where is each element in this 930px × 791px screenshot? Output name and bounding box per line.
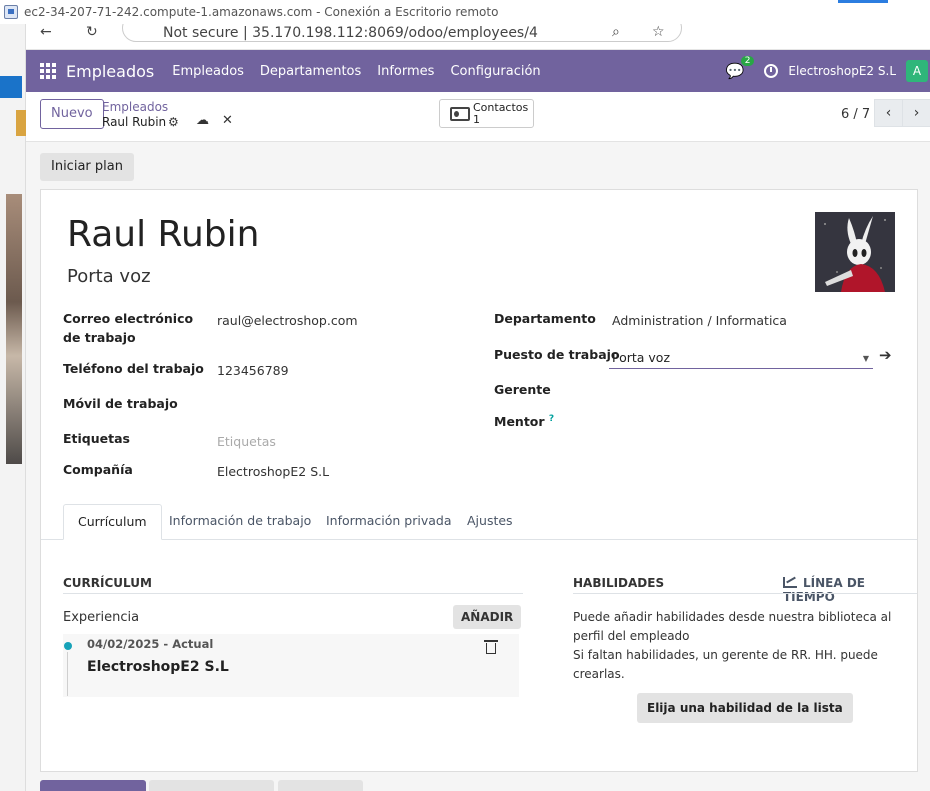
pick-skill-button[interactable]: Elija una habilidad de la lista [637,693,853,723]
mentor-label: Mentor ? [494,410,554,431]
top-navbar: Empleados Empleados Departamentos Inform… [26,50,930,92]
search-icon[interactable]: ⌕ [612,24,620,40]
desktop-taskbar-segment [0,76,22,98]
desktop-left-strip [0,24,26,791]
start-plan-button[interactable]: Iniciar plan [40,153,134,181]
menu-configuracion[interactable]: Configuración [450,64,540,79]
tab-private-info[interactable]: Información privada [312,504,466,540]
resume-section-title: CURRÍCULUM [63,576,152,590]
tags-label: Etiquetas [63,431,130,446]
gear-icon[interactable]: ⚙ [168,115,179,129]
work-phone-field[interactable]: 123456789 [217,363,289,378]
tags-field[interactable]: Etiquetas [217,434,276,449]
apps-menu-icon[interactable] [40,63,56,79]
resume-entry-company: ElectroshopE2 S.L [87,659,229,675]
skills-section-title: HABILIDADES [573,576,665,590]
contacts-smart-button[interactable]: Contactos 1 [439,99,534,128]
chatter-activities-button[interactable] [278,780,363,791]
timeline-button[interactable]: LÍNEA DE TIEMPO [783,576,917,604]
chevron-down-icon: ▼ [862,354,869,363]
mobile-field[interactable] [217,398,477,414]
menu-departamentos[interactable]: Departamentos [260,64,361,79]
contacts-label: Contactos [473,101,529,114]
remote-desktop-icon [4,5,18,19]
chat-badge: 2 [740,56,755,66]
tab-settings[interactable]: Ajustes [453,504,527,540]
menu-informes[interactable]: Informes [377,64,434,79]
address-bar[interactable]: Not secure | 35.170.198.112:8069/odoo/em… [122,24,682,42]
browser-toolbar: ← ↻ Not secure | 35.170.198.112:8069/odo… [26,24,930,50]
job-position-value: Porta voz [612,350,671,365]
new-button[interactable]: Nuevo [40,99,104,129]
skills-help-line-2: Si faltan habilidades, un gerente de RR.… [573,648,878,681]
job-position-select[interactable]: Porta voz ▼ [609,349,873,369]
menu-empleados[interactable]: Empleados [172,64,244,79]
trash-icon[interactable] [484,640,498,654]
chatter-send-message-button[interactable] [40,780,146,791]
resume-entry-date: 04/02/2025 - Actual [87,637,214,651]
favorite-icon[interactable]: ☆ [652,24,665,40]
job-position-label: Puesto de trabajo [494,347,620,362]
pager-previous-button[interactable]: ‹ [874,99,903,127]
folder-icon [16,110,26,136]
arrow-right-icon[interactable]: ➔ [879,346,892,364]
contacts-count: 1 [473,113,480,126]
activity-clock-icon[interactable] [764,64,779,78]
employee-form-sheet: Raul Rubin Porta voz Correo electrónico … [40,189,918,772]
control-panel: Nuevo Empleados Raul Rubin ⚙ ☁ ✕ Contact… [26,92,930,142]
window-title: ec2-34-207-71-242.compute-1.amazonaws.co… [24,5,499,19]
skills-help-line-1: Puede añadir habilidades desde nuestra b… [573,610,892,643]
breadcrumb-parent[interactable]: Empleados [102,100,168,114]
employee-name[interactable]: Raul Rubin [67,214,259,255]
mobile-label: Móvil de trabajo [63,396,178,411]
tab-curriculum[interactable]: Currículum [63,504,162,540]
form-tabs: Currículum Información de trabajo Inform… [41,504,917,540]
app-name[interactable]: Empleados [66,62,154,81]
timeline-dot [64,642,72,650]
remote-desktop-titlebar: ec2-34-207-71-242.compute-1.amazonaws.co… [0,0,930,24]
mentor-label-text: Mentor [494,414,545,430]
add-resume-button[interactable]: AÑADIR [453,605,522,629]
manager-field[interactable] [612,384,872,400]
manager-label: Gerente [494,382,551,397]
contact-card-icon [450,107,470,121]
resume-divider [63,593,523,594]
work-phone-label: Teléfono del trabajo [63,361,204,376]
desktop-wallpaper-fragment [6,194,22,464]
employee-photo[interactable] [815,212,895,292]
back-icon[interactable]: ← [40,24,52,40]
user-avatar[interactable]: A [906,60,928,82]
titlebar-accent [838,0,888,3]
company-label: Compañía [63,462,133,477]
pager-next-button[interactable]: › [902,99,930,127]
experience-label: Experiencia [63,610,140,625]
timeline-line [67,652,68,696]
chat-icon[interactable]: 💬 2 [726,56,755,80]
tab-work-info[interactable]: Información de trabajo [155,504,325,540]
work-email-field[interactable]: raul@electroshop.com [217,313,358,328]
help-icon[interactable]: ? [549,414,554,424]
reload-icon[interactable]: ↻ [86,24,98,40]
breadcrumb-current: Raul Rubin [102,115,167,129]
chatter-log-note-button[interactable] [149,780,274,791]
skills-empty-help: Puede añadir habilidades desde nuestra b… [573,608,913,684]
discard-icon[interactable]: ✕ [222,113,233,128]
skills-divider [573,593,917,594]
department-field[interactable]: Administration / Informatica [612,313,787,328]
company-switcher[interactable]: ElectroshopE2 S.L [788,64,896,78]
work-email-label: Correo electrónico de trabajo [63,311,194,345]
line-chart-icon [783,577,797,588]
company-field[interactable]: ElectroshopE2 S.L [217,464,329,479]
department-label: Departamento [494,311,596,326]
pager-value[interactable]: 6 / 7 [841,107,870,122]
save-cloud-icon[interactable]: ☁ [196,113,209,128]
employee-job-title[interactable]: Porta voz [67,266,151,287]
